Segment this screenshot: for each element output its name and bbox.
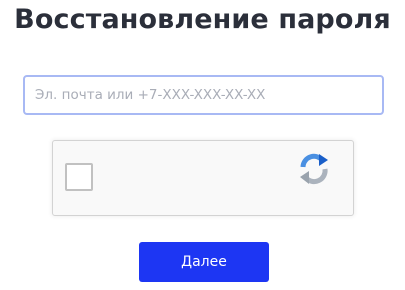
page-title: Восстановление пароля: [14, 4, 391, 35]
login-input[interactable]: [23, 75, 384, 115]
recaptcha-widget: [52, 140, 354, 216]
captcha-checkbox[interactable]: [65, 163, 93, 191]
recaptcha-logo-icon: [300, 153, 328, 185]
next-button[interactable]: Далее: [139, 242, 269, 282]
